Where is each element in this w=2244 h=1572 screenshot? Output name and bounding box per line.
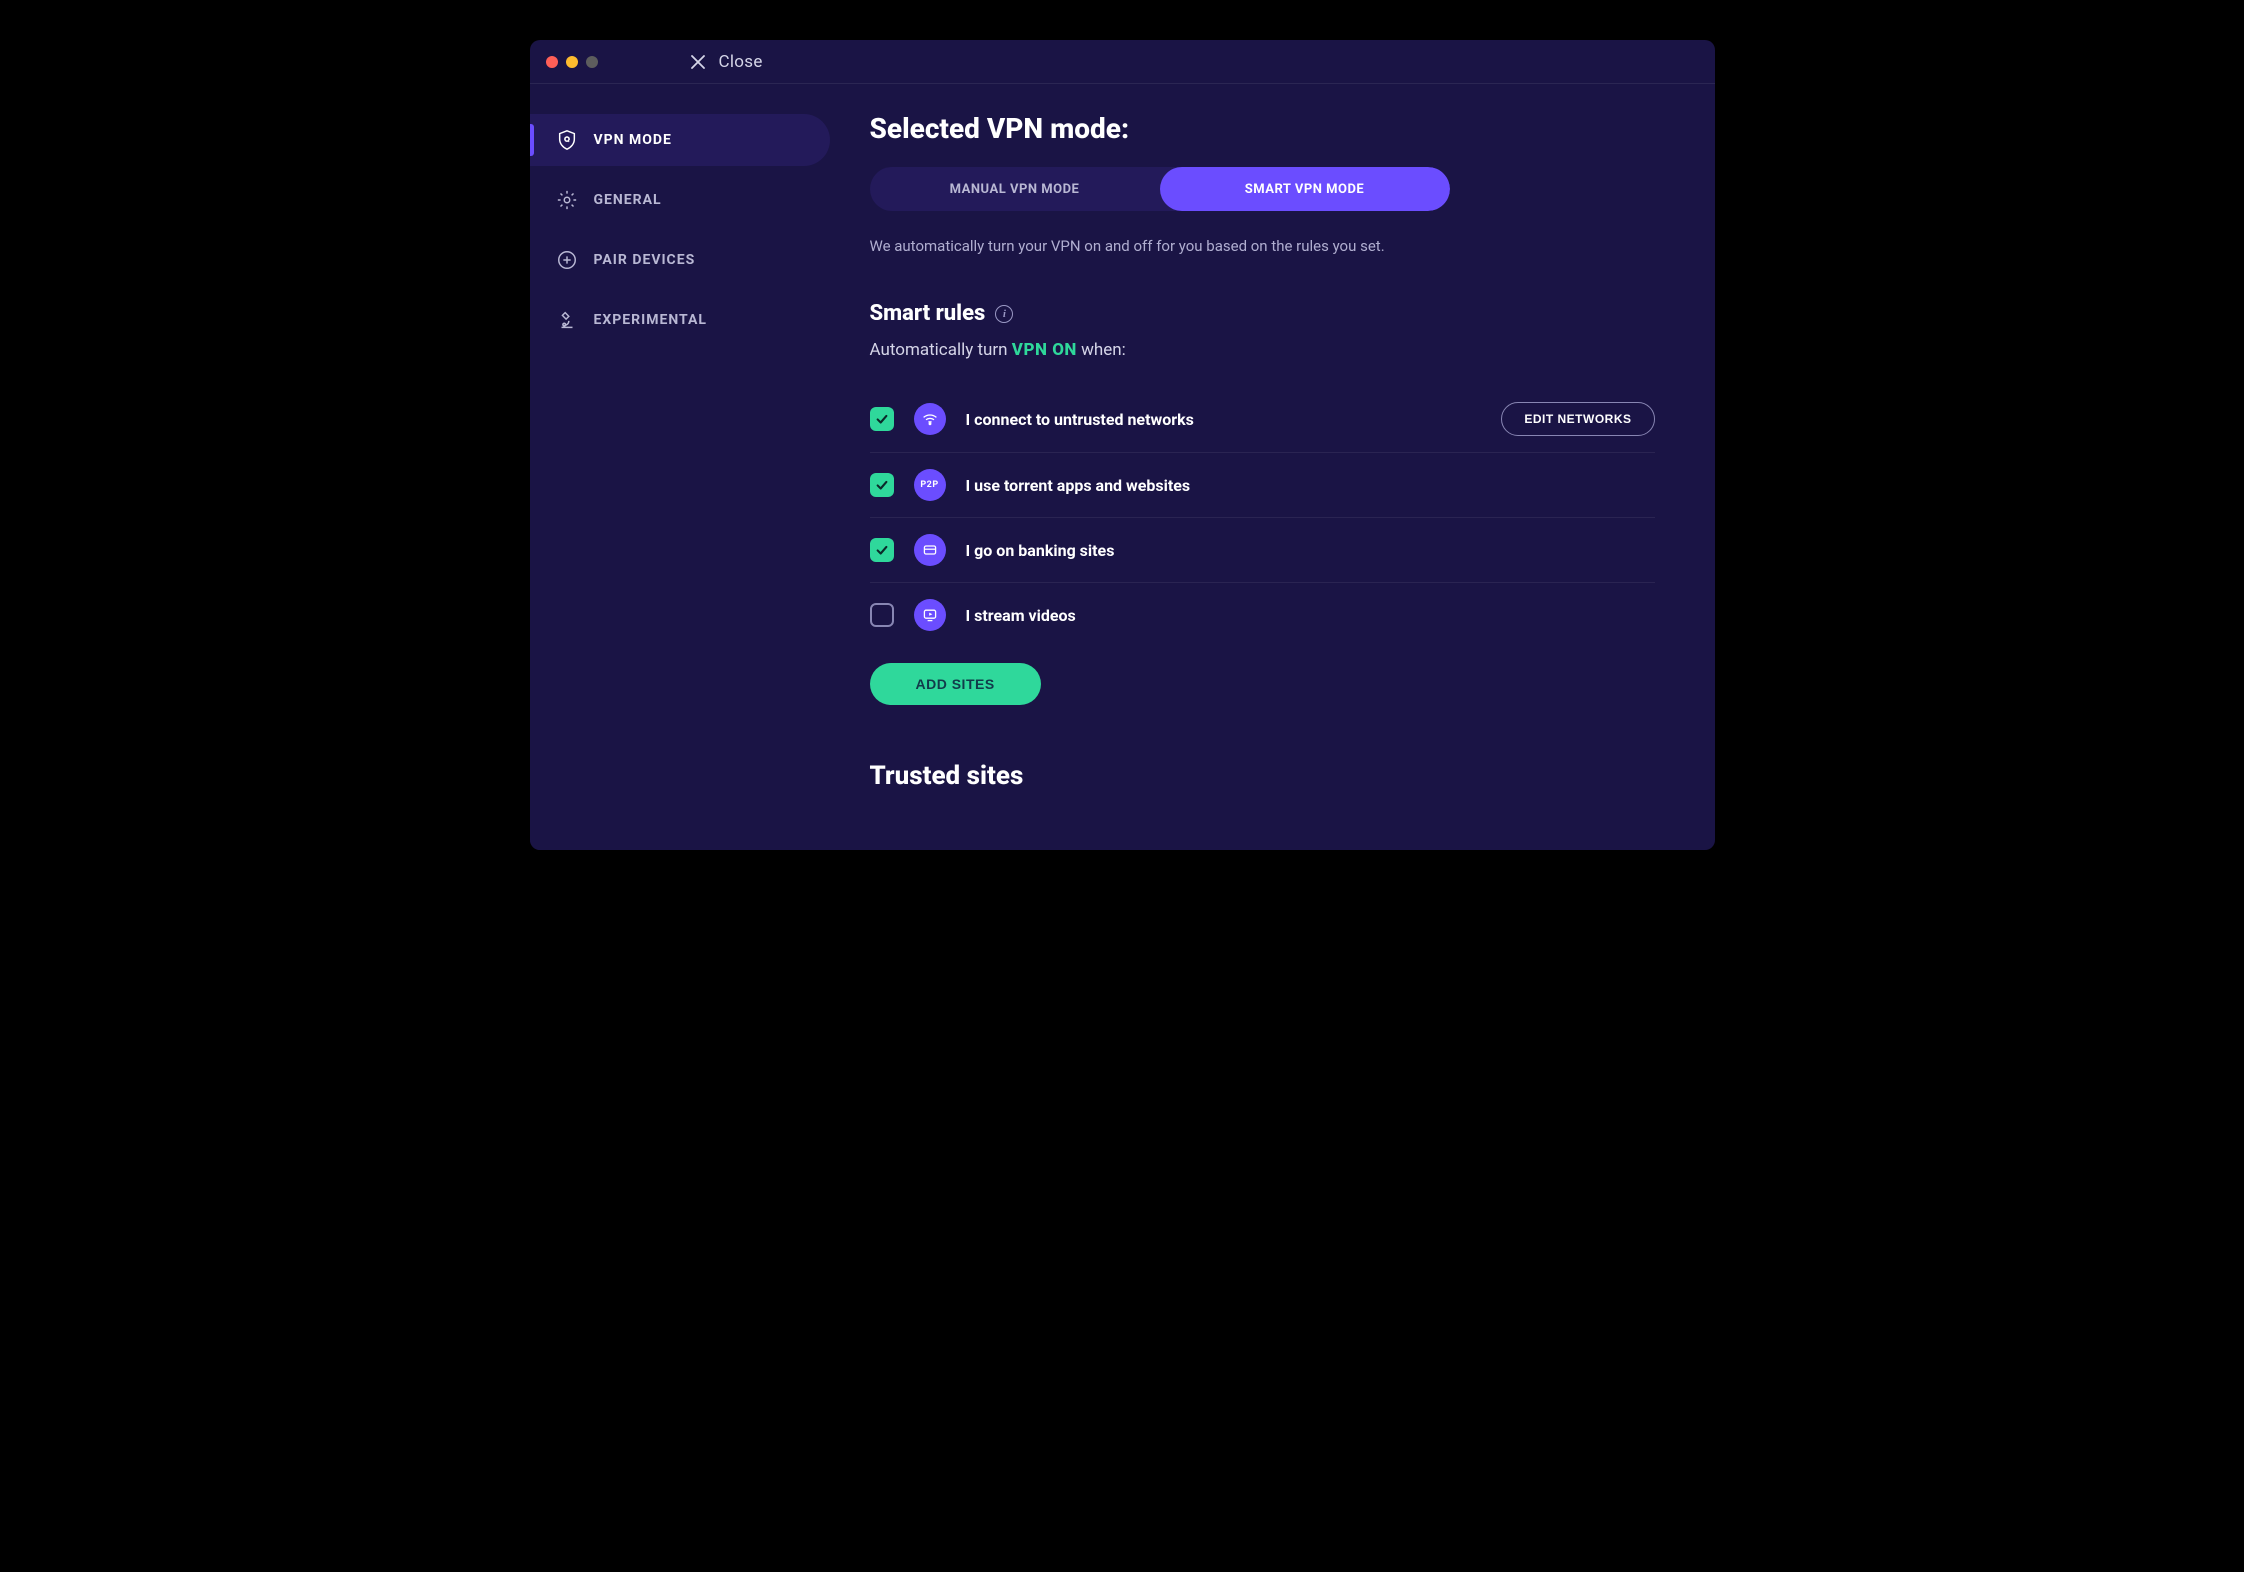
trusted-sites-heading: Trusted sites bbox=[870, 761, 1655, 791]
mode-smart-button[interactable]: SMART VPN MODE bbox=[1160, 167, 1450, 211]
close-label: Close bbox=[719, 52, 763, 72]
rule-row-stream: I stream videos bbox=[870, 583, 1655, 647]
mode-description: We automatically turn your VPN on and of… bbox=[870, 237, 1655, 255]
rule-row-untrusted-networks: I connect to untrusted networks EDIT NET… bbox=[870, 386, 1655, 453]
sidebar-item-general[interactable]: GENERAL bbox=[530, 174, 830, 226]
shield-gear-icon bbox=[556, 129, 578, 151]
microscope-icon bbox=[556, 309, 578, 331]
window-close-dot[interactable] bbox=[546, 56, 558, 68]
sidebar: VPN MODE GENERAL PAIR DEVICES EXPERIMENT… bbox=[530, 84, 830, 850]
smart-rules-heading: Smart rules bbox=[870, 301, 986, 326]
rule-row-banking: I go on banking sites bbox=[870, 518, 1655, 583]
window-minimize-dot[interactable] bbox=[566, 56, 578, 68]
rule-checkbox[interactable] bbox=[870, 407, 894, 431]
wifi-icon bbox=[914, 403, 946, 435]
sidebar-item-label: PAIR DEVICES bbox=[594, 252, 696, 268]
rule-row-torrent: P2P I use torrent apps and websites bbox=[870, 453, 1655, 518]
rule-checkbox[interactable] bbox=[870, 473, 894, 497]
close-button[interactable]: Close bbox=[691, 52, 763, 72]
sidebar-item-experimental[interactable]: EXPERIMENTAL bbox=[530, 294, 830, 346]
smart-rules-header: Smart rules i bbox=[870, 301, 1655, 326]
mode-manual-button[interactable]: MANUAL VPN MODE bbox=[870, 167, 1160, 211]
mode-toggle: MANUAL VPN MODE SMART VPN MODE bbox=[870, 167, 1450, 211]
rule-checkbox[interactable] bbox=[870, 603, 894, 627]
subline-prefix: Automatically turn bbox=[870, 340, 1012, 360]
settings-window: Close VPN MODE GENERAL PAIR DEVICE bbox=[530, 40, 1715, 850]
window-zoom-dot[interactable] bbox=[586, 56, 598, 68]
p2p-icon: P2P bbox=[914, 469, 946, 501]
smart-rules-subline: Automatically turn VPN ON when: bbox=[870, 340, 1655, 360]
plus-circle-icon bbox=[556, 249, 578, 271]
sidebar-item-label: EXPERIMENTAL bbox=[594, 312, 707, 328]
subline-suffix: when: bbox=[1077, 340, 1126, 360]
sidebar-item-pair-devices[interactable]: PAIR DEVICES bbox=[530, 234, 830, 286]
sidebar-item-label: GENERAL bbox=[594, 192, 662, 208]
subline-vpn-on: VPN ON bbox=[1012, 340, 1077, 360]
add-sites-button[interactable]: ADD SITES bbox=[870, 663, 1041, 705]
gear-icon bbox=[556, 189, 578, 211]
traffic-lights bbox=[546, 56, 598, 68]
titlebar: Close bbox=[530, 40, 1715, 84]
page-title: Selected VPN mode: bbox=[870, 112, 1655, 145]
sidebar-item-vpn-mode[interactable]: VPN MODE bbox=[530, 114, 830, 166]
info-icon[interactable]: i bbox=[995, 305, 1013, 323]
rule-checkbox[interactable] bbox=[870, 538, 894, 562]
rule-label: I go on banking sites bbox=[966, 541, 1655, 560]
sidebar-item-label: VPN MODE bbox=[594, 132, 672, 148]
rule-label: I stream videos bbox=[966, 606, 1655, 625]
edit-networks-button[interactable]: EDIT NETWORKS bbox=[1501, 402, 1654, 436]
body: VPN MODE GENERAL PAIR DEVICES EXPERIMENT… bbox=[530, 84, 1715, 850]
rules-list: I connect to untrusted networks EDIT NET… bbox=[870, 386, 1655, 647]
rule-label: I connect to untrusted networks bbox=[966, 410, 1482, 429]
bank-icon bbox=[914, 534, 946, 566]
close-icon bbox=[691, 55, 705, 69]
content: Selected VPN mode: MANUAL VPN MODE SMART… bbox=[830, 84, 1715, 850]
stream-icon bbox=[914, 599, 946, 631]
rule-label: I use torrent apps and websites bbox=[966, 476, 1655, 495]
